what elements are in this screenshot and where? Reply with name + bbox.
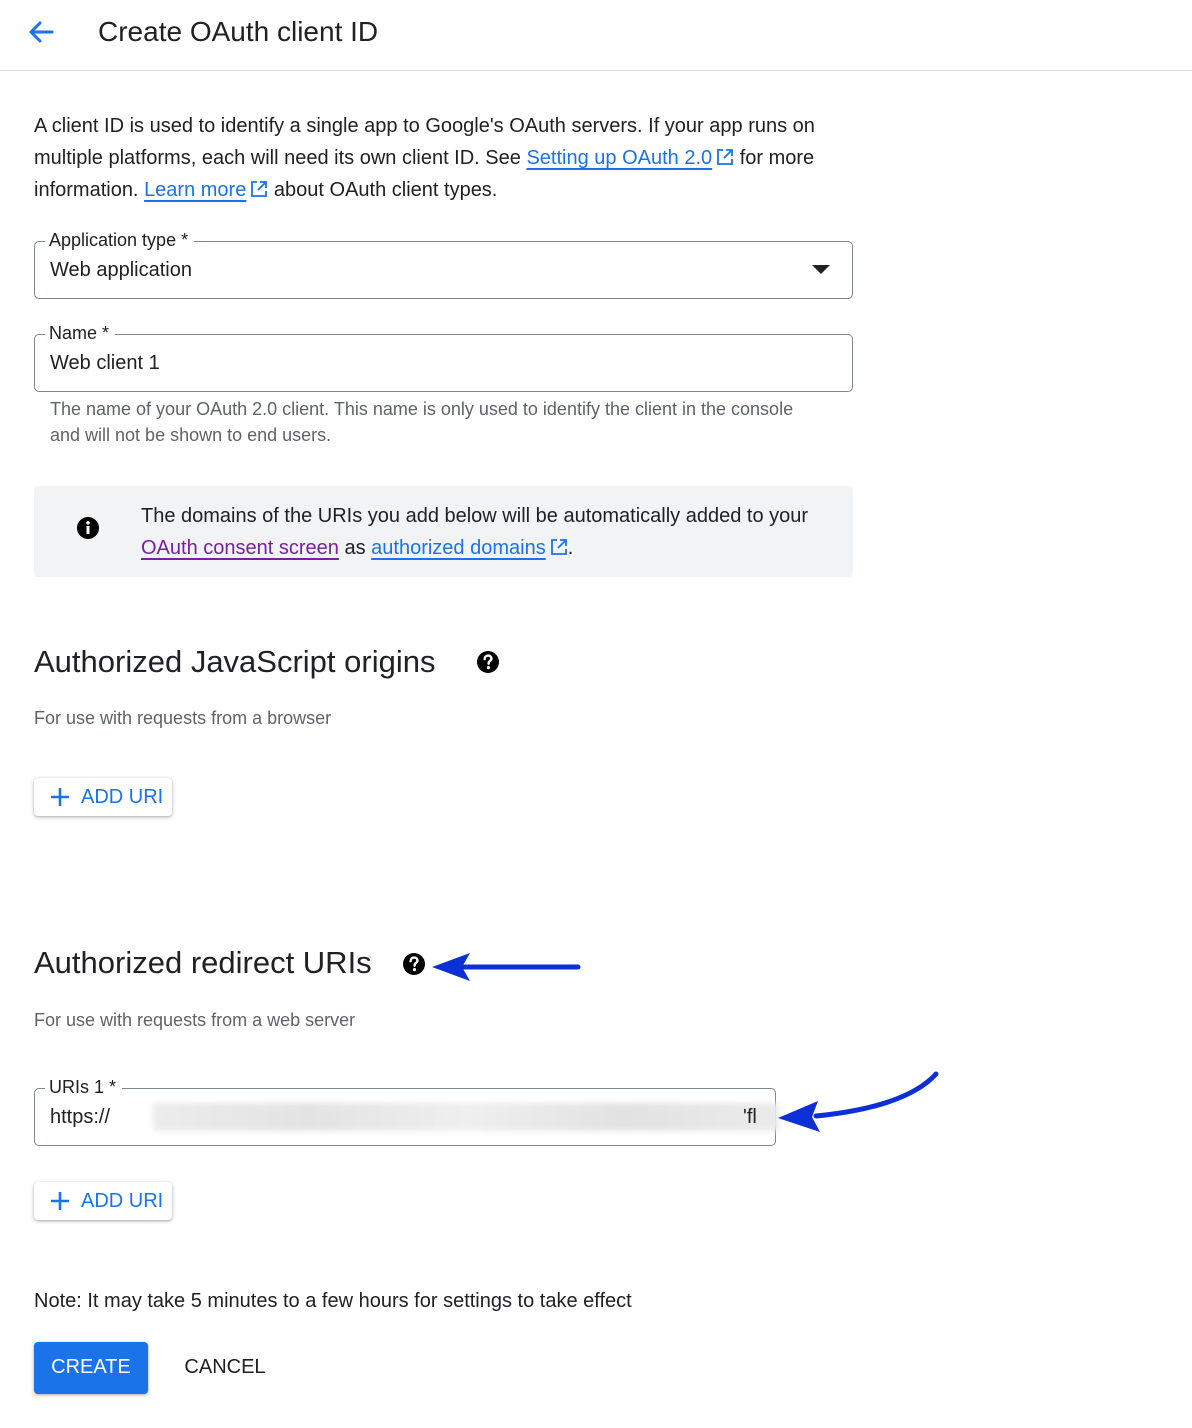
setting-up-oauth-link[interactable]: Setting up OAuth 2.0 <box>526 147 712 169</box>
annotation-arrow-icon <box>432 953 581 981</box>
redirect-uris-heading: Authorized redirect URIs <box>34 945 372 980</box>
external-link-icon <box>251 181 268 197</box>
authorized-domains-link[interactable]: authorized domains <box>371 537 546 559</box>
info-text-part: . <box>567 537 574 559</box>
redirect-uri-prefix: https:// <box>50 1106 111 1128</box>
add-uri-label: ADD URI <box>81 1190 164 1212</box>
info-text: The domains of the URIs you add below wi… <box>141 500 831 564</box>
external-link-icon <box>717 149 734 165</box>
redacted-value <box>153 1103 779 1131</box>
annotation-arrow-icon <box>778 1071 939 1132</box>
redirect-uri-suffix: 'fl <box>743 1106 757 1128</box>
add-redirect-uri-button[interactable]: ADD URI <box>34 1182 172 1220</box>
create-button[interactable]: CREATE <box>34 1342 148 1394</box>
name-helper-text: The name of your OAuth 2.0 client. This … <box>50 399 794 445</box>
help-icon[interactable] <box>402 952 426 976</box>
name-value: Web client 1 <box>50 352 160 374</box>
settings-note: Note: It may take 5 minutes to a few hou… <box>34 1290 632 1312</box>
application-type-label: Application type * <box>45 229 195 251</box>
intro-text-part: about OAuth client types. <box>268 179 498 201</box>
application-type-value: Web application <box>50 259 192 281</box>
plus-icon <box>51 1192 69 1210</box>
page-header: Create OAuth client ID <box>0 0 1192 71</box>
info-text-part: as <box>338 537 372 559</box>
info-banner: The domains of the URIs you add below wi… <box>34 486 853 577</box>
info-text-part: The domains of the URIs you add below wi… <box>141 505 809 527</box>
learn-more-link[interactable]: Learn more <box>144 179 246 201</box>
js-origins-subtitle: For use with requests from a browser <box>34 708 332 728</box>
plus-icon <box>51 788 69 806</box>
add-uri-label: ADD URI <box>81 786 164 808</box>
page-title: Create OAuth client ID <box>98 16 379 47</box>
external-link-icon <box>550 539 567 555</box>
redirect-uris-subtitle: For use with requests from a web server <box>34 1010 356 1030</box>
back-button[interactable] <box>22 14 60 52</box>
application-type-select[interactable]: Application type * Web application <box>34 229 853 299</box>
add-js-origin-uri-button[interactable]: ADD URI <box>34 778 172 816</box>
name-label: Name * <box>45 322 116 344</box>
redirect-uri-field[interactable]: URIs 1 * https:// 'fl <box>34 1076 779 1146</box>
help-icon[interactable] <box>476 650 500 674</box>
dropdown-arrow-icon <box>812 265 830 274</box>
info-icon <box>77 517 99 539</box>
cancel-button[interactable]: CANCEL <box>174 1342 276 1394</box>
oauth-consent-screen-link[interactable]: OAuth consent screen <box>141 537 339 559</box>
intro-text: A client ID is used to identify a single… <box>34 110 864 206</box>
redirect-uri-label: URIs 1 * <box>45 1076 123 1098</box>
name-field[interactable]: Name * Web client 1 <box>34 322 853 392</box>
js-origins-heading: Authorized JavaScript origins <box>34 644 436 679</box>
arrow-back-icon <box>29 21 54 43</box>
